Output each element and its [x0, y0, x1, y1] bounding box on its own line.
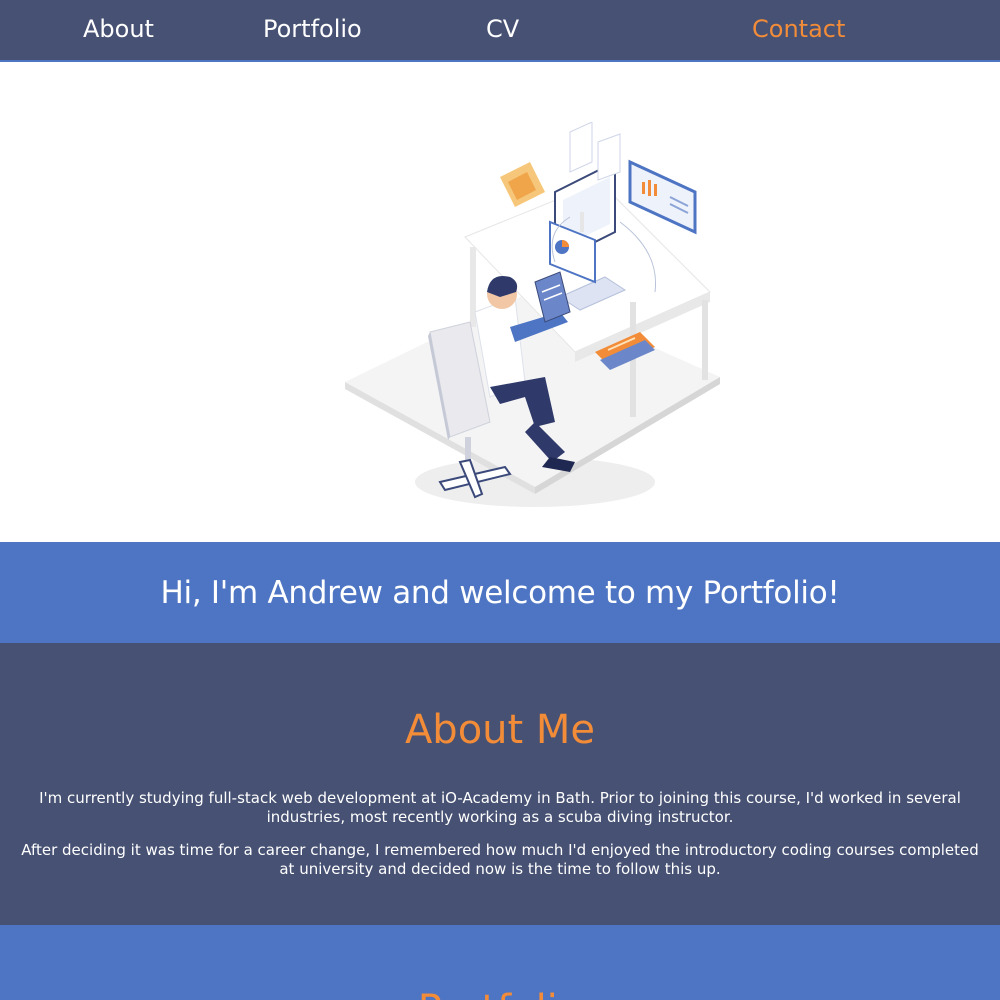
nav-link-cv[interactable]: CV — [486, 14, 519, 44]
about-section: About Me I'm currently studying full-sta… — [0, 643, 1000, 925]
nav-link-portfolio[interactable]: Portfolio — [263, 14, 362, 44]
about-heading: About Me — [404, 707, 596, 753]
welcome-heading: Hi, I'm Andrew and welcome to my Portfol… — [160, 574, 840, 611]
about-paragraph-2: After deciding it was time for a career … — [21, 841, 979, 878]
nav-link-contact[interactable]: Contact — [752, 14, 845, 44]
about-paragraph-1: I'm currently studying full-stack web de… — [39, 789, 961, 826]
top-nav: About Portfolio CV Contact — [0, 0, 1000, 62]
nav-link-about[interactable]: About — [83, 14, 154, 44]
welcome-banner: Hi, I'm Andrew and welcome to my Portfol… — [0, 542, 1000, 643]
portfolio-heading: Portfolio — [0, 987, 1000, 1000]
portfolio-section: Portfolio — [0, 925, 1000, 1000]
person-working-at-desk-illustration — [345, 122, 720, 507]
hero-section — [0, 62, 1000, 542]
